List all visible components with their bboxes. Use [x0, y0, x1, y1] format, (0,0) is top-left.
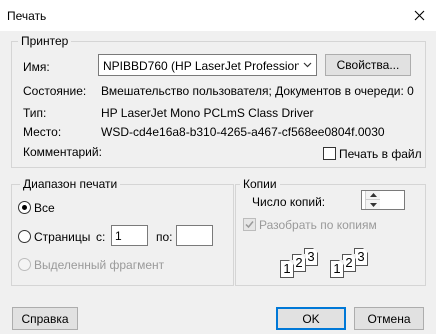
- printer-name-select[interactable]: NPIBBD760 (HP LaserJet Professional M: [98, 54, 317, 76]
- ok-button-label: OK: [302, 311, 320, 326]
- status-value: Вмешательство пользователя; Документов в…: [101, 84, 414, 98]
- title-bar: Печать: [0, 0, 436, 31]
- page-1-icon: 1: [330, 260, 344, 278]
- page-1-icon: 1: [280, 260, 294, 278]
- spin-up-button[interactable]: [366, 191, 380, 200]
- copies-legend: Копии: [240, 177, 280, 191]
- properties-button-label: Свойства...: [336, 58, 400, 72]
- status-label: Состояние:: [23, 84, 87, 98]
- page-3-icon: 3: [304, 248, 318, 266]
- location-value: WSD-cd4e16a8-b310-4265-a467-cf568ee0804f…: [101, 125, 385, 139]
- close-icon: [414, 10, 424, 21]
- comment-label: Комментарий:: [23, 145, 102, 159]
- page-2-icon: 2: [292, 254, 306, 272]
- radio-pages-label[interactable]: Страницы: [34, 230, 90, 244]
- page-3-icon: 3: [354, 248, 368, 266]
- window-title: Печать: [7, 9, 47, 23]
- print-to-file-label[interactable]: Печать в файл: [339, 147, 422, 161]
- spin-up-icon: [369, 193, 377, 197]
- printer-name-label: Имя:: [23, 60, 50, 74]
- type-label: Тип:: [23, 106, 47, 120]
- printer-name-value: NPIBBD760 (HP LaserJet Professional M: [103, 59, 317, 73]
- radio-selection-label[interactable]: Выделенный фрагмент: [34, 258, 164, 272]
- checkmark-icon: [245, 221, 254, 229]
- from-label: с:: [96, 230, 106, 244]
- spin-down-icon: [369, 202, 377, 207]
- printer-legend: Принтер: [18, 34, 72, 48]
- help-button[interactable]: Справка: [12, 307, 78, 330]
- ok-button[interactable]: OK: [276, 307, 346, 330]
- page-2-icon: 2: [342, 254, 356, 272]
- from-page-value: 1: [115, 229, 122, 243]
- print-to-file-checkbox[interactable]: [323, 147, 336, 160]
- spin-down-button[interactable]: [366, 200, 380, 209]
- print-range-legend: Диапазон печати: [20, 177, 121, 191]
- location-label: Место:: [23, 125, 62, 139]
- to-label: по:: [156, 230, 173, 244]
- collate-illustration-set-1: 3 2 1: [278, 244, 322, 280]
- radio-all[interactable]: [18, 201, 31, 214]
- collate-label[interactable]: Разобрать по копиям: [259, 218, 377, 232]
- from-page-input[interactable]: 1: [111, 225, 148, 246]
- copies-spinner: [365, 191, 380, 209]
- radio-pages[interactable]: [18, 230, 31, 243]
- copies-count-input[interactable]: 1: [361, 190, 405, 210]
- chevron-down-icon: [303, 62, 312, 68]
- copies-count-label: Число копий:: [252, 195, 326, 209]
- radio-all-label[interactable]: Все: [34, 201, 55, 215]
- type-value: HP LaserJet Mono PCLmS Class Driver: [101, 106, 314, 120]
- to-page-input[interactable]: [176, 225, 213, 246]
- cancel-button[interactable]: Отмена: [354, 307, 424, 330]
- dropdown-arrow: [299, 55, 316, 75]
- collate-illustration-set-2: 3 2 1: [328, 244, 372, 280]
- radio-selection[interactable]: [18, 258, 31, 271]
- cancel-button-label: Отмена: [367, 311, 411, 326]
- help-button-label: Справка: [21, 311, 69, 326]
- properties-button[interactable]: Свойства...: [325, 54, 411, 76]
- close-button[interactable]: [402, 0, 436, 31]
- radio-selected-dot: [22, 205, 27, 210]
- collate-checkbox[interactable]: [243, 218, 256, 231]
